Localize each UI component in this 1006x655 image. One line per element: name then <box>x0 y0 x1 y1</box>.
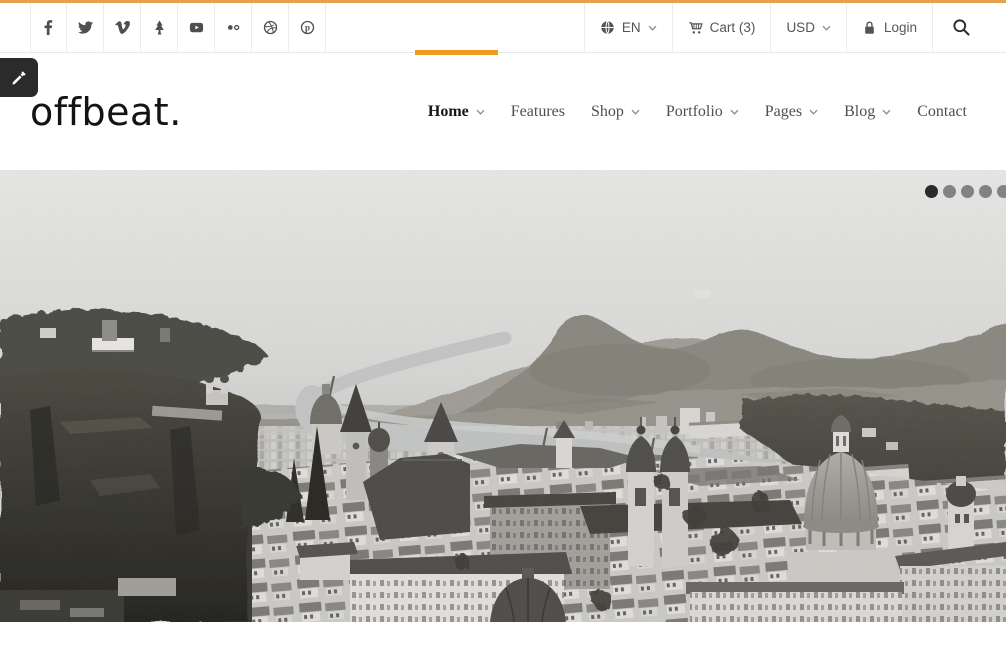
chevron-down-icon <box>476 109 485 115</box>
login-button[interactable]: Login <box>846 3 932 52</box>
youtube-icon <box>189 20 204 35</box>
nav-label: Blog <box>844 103 875 121</box>
nav-item-home[interactable]: Home <box>415 53 498 170</box>
svg-text:p: p <box>305 23 310 33</box>
carousel-dot-3[interactable] <box>961 185 974 198</box>
logo[interactable]: offbeat. <box>30 90 182 134</box>
login-label: Login <box>884 20 917 35</box>
globe-icon <box>600 20 615 35</box>
social-dribbble[interactable] <box>252 3 289 52</box>
topbar: p EN Cart (3) USD Login <box>0 3 1006 53</box>
currency-label: USD <box>786 20 815 35</box>
social-links: p <box>30 3 326 52</box>
search-button[interactable] <box>932 3 990 52</box>
search-icon <box>952 18 971 37</box>
carousel-dot-5[interactable] <box>997 185 1006 198</box>
hero-slider <box>0 170 1006 622</box>
utility-links: EN Cart (3) USD Login <box>584 3 990 52</box>
nav-item-blog[interactable]: Blog <box>831 53 904 170</box>
chevron-down-icon <box>648 25 657 31</box>
nav-item-contact[interactable]: Contact <box>904 53 980 170</box>
social-youtube[interactable] <box>178 3 215 52</box>
nav-item-portfolio[interactable]: Portfolio <box>653 53 752 170</box>
social-vimeo[interactable] <box>104 3 141 52</box>
lock-icon <box>862 20 877 35</box>
nav-label: Home <box>428 103 469 121</box>
social-forrst[interactable] <box>141 3 178 52</box>
language-label: EN <box>622 20 641 35</box>
currency-selector[interactable]: USD <box>770 3 846 52</box>
carousel-dot-4[interactable] <box>979 185 992 198</box>
social-flickr[interactable] <box>215 3 252 52</box>
chevron-down-icon <box>809 109 818 115</box>
flickr-icon <box>226 20 241 35</box>
social-pinterest[interactable]: p <box>289 3 326 52</box>
chevron-down-icon <box>882 109 891 115</box>
main-nav: Home Features Shop Portfolio Pages <box>415 53 980 170</box>
chevron-down-icon <box>631 109 640 115</box>
nav-item-shop[interactable]: Shop <box>578 53 653 170</box>
forrst-tree-icon <box>152 20 167 35</box>
carousel-dot-2[interactable] <box>943 185 956 198</box>
site-header: offbeat. Home Features Shop Portfolio <box>0 53 1006 170</box>
style-switcher-button[interactable] <box>0 58 38 97</box>
cart-icon <box>688 20 703 35</box>
nav-item-pages[interactable]: Pages <box>752 53 831 170</box>
chevron-down-icon <box>822 25 831 31</box>
carousel-dot-1[interactable] <box>925 185 938 198</box>
vimeo-icon <box>115 20 130 35</box>
eyedropper-icon <box>11 69 28 86</box>
nav-label: Contact <box>917 103 967 121</box>
nav-label: Portfolio <box>666 103 723 121</box>
nav-label: Shop <box>591 103 624 121</box>
facebook-icon <box>41 20 56 35</box>
pinterest-icon: p <box>300 20 315 35</box>
language-selector[interactable]: EN <box>584 3 672 52</box>
page: p EN Cart (3) USD Login <box>0 0 1006 655</box>
carousel-dots <box>925 185 1006 198</box>
cart-button[interactable]: Cart (3) <box>672 3 771 52</box>
social-facebook[interactable] <box>30 3 67 52</box>
nav-label: Pages <box>765 103 802 121</box>
cart-label: Cart (3) <box>710 20 756 35</box>
social-twitter[interactable] <box>67 3 104 52</box>
twitter-icon <box>78 20 93 35</box>
dribbble-icon <box>263 20 278 35</box>
chevron-down-icon <box>730 109 739 115</box>
hero-image <box>0 170 1006 622</box>
nav-item-features[interactable]: Features <box>498 53 578 170</box>
nav-label: Features <box>511 103 565 121</box>
